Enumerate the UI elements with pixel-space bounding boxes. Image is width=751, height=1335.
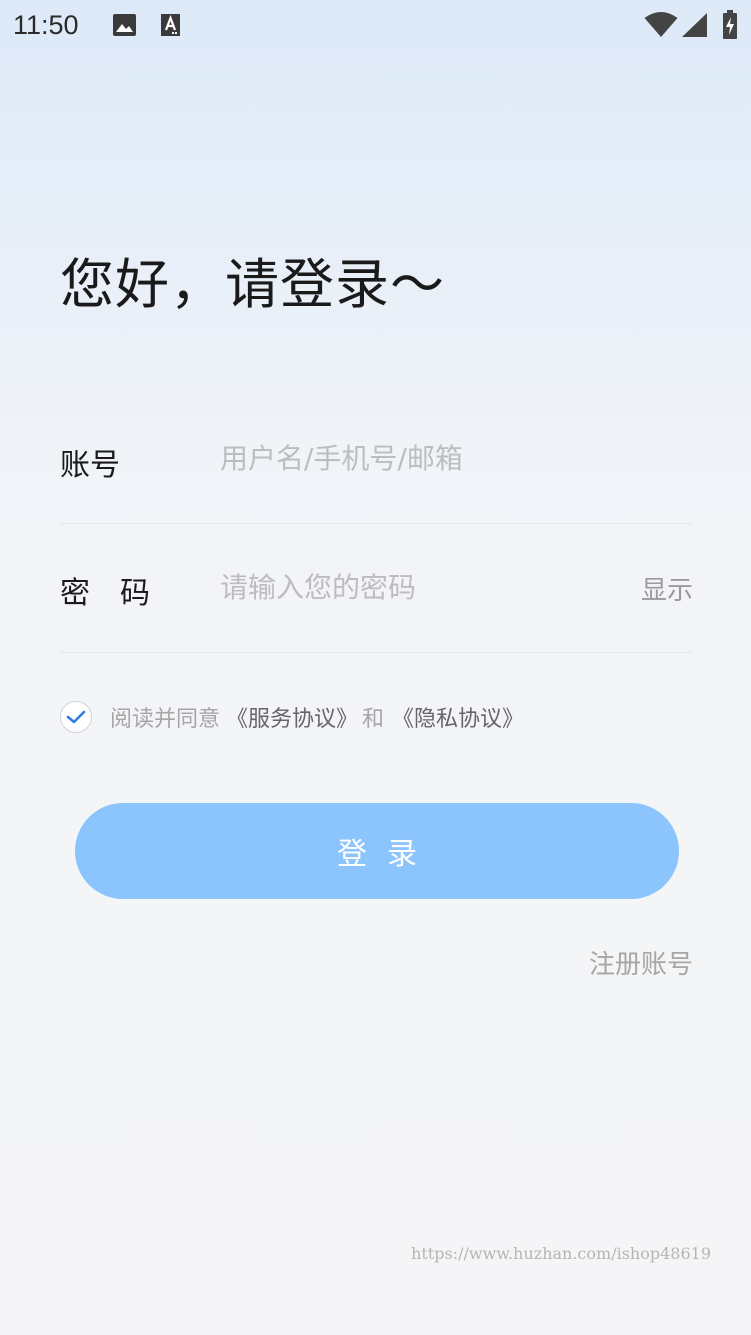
password-input[interactable]	[220, 565, 600, 609]
agreement-checkbox[interactable]	[60, 701, 92, 733]
battery-charging-icon	[722, 10, 738, 44]
show-password-toggle[interactable]: 显示	[641, 570, 693, 607]
account-input[interactable]	[220, 436, 670, 480]
image-icon	[112, 13, 137, 41]
checkmark-icon	[66, 710, 86, 724]
account-label: 账号	[60, 448, 120, 483]
account-field-row: 账号	[60, 394, 693, 524]
agreement-text: 阅读并同意	[110, 707, 221, 732]
register-link[interactable]: 注册账号	[589, 944, 693, 981]
wifi-icon	[644, 12, 678, 42]
agreement-and-text: 和	[362, 707, 385, 732]
agreement-row: 阅读并同意 《服务协议》 和 《隐私协议》	[60, 699, 524, 735]
privacy-agreement-link[interactable]: 《隐私协议》	[392, 701, 524, 733]
password-label: 密 码	[60, 576, 150, 611]
signal-icon	[681, 12, 708, 42]
font-icon	[159, 13, 182, 41]
status-bar: 11:50	[0, 0, 751, 52]
password-field-row: 密 码 显示	[60, 523, 693, 653]
status-time: 11:50	[13, 10, 79, 40]
login-button[interactable]: 登录	[75, 803, 679, 899]
page-title: 您好，请登录～	[60, 253, 445, 316]
service-agreement-link[interactable]: 《服务协议》	[226, 701, 358, 733]
watermark-text: https://www.huzhan.com/ishop48619	[411, 1244, 711, 1263]
